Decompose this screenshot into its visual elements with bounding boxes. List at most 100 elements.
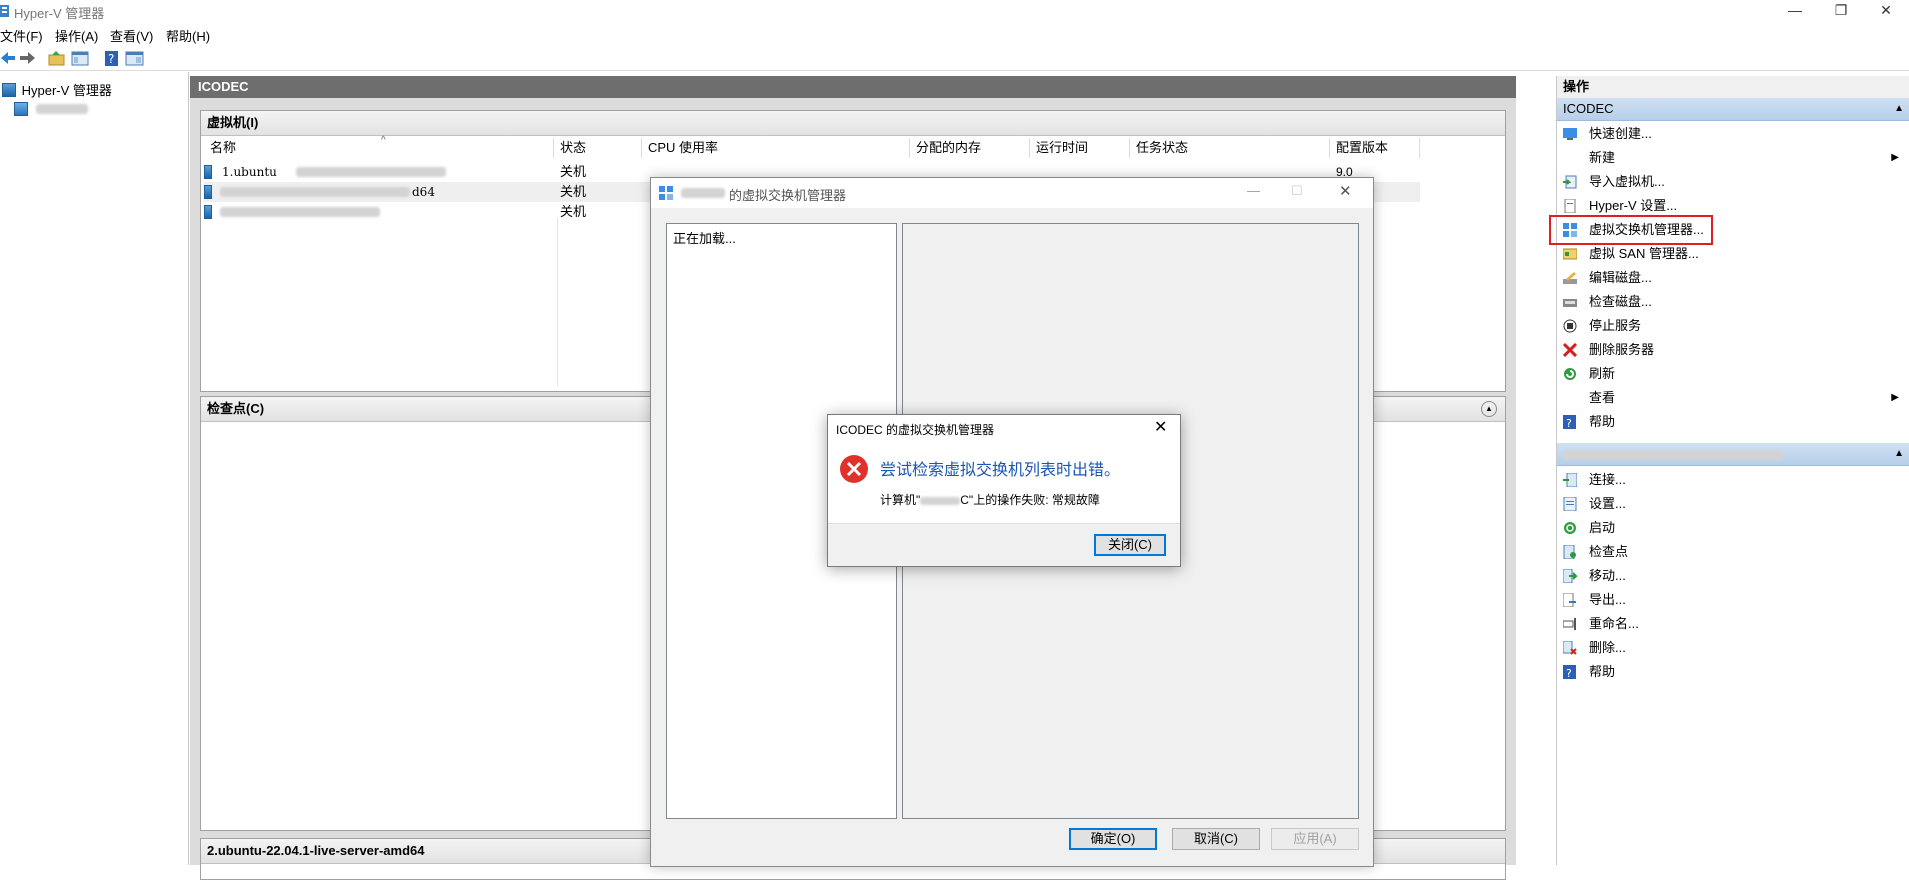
svg-text:?: ? — [1566, 417, 1572, 429]
col-cpu[interactable]: CPU 使用率 — [642, 138, 910, 158]
action-connect[interactable]: 连接... — [1563, 470, 1903, 490]
vm-icon — [204, 185, 212, 199]
action-quick-create[interactable]: 快速创建... — [1563, 124, 1903, 144]
action-help-vm[interactable]: ? 帮助 — [1563, 662, 1903, 682]
action-edit-disk[interactable]: 编辑磁盘... — [1563, 268, 1903, 288]
action-virtual-san-manager[interactable]: 虚拟 SAN 管理器... — [1562, 244, 1903, 264]
menu-help[interactable]: 帮助(H) — [166, 26, 210, 45]
action-label: 重命名... — [1589, 616, 1639, 631]
show-hide-tree-icon[interactable] — [71, 48, 91, 68]
up-folder-icon[interactable] — [48, 48, 68, 68]
col-task-status[interactable]: 任务状态 — [1130, 138, 1330, 158]
action-start[interactable]: 启动 — [1563, 518, 1903, 538]
cancel-button[interactable]: 取消(C) — [1172, 828, 1260, 850]
hyperv-app-icon — [0, 4, 10, 18]
menu-file[interactable]: 文件(F) — [0, 26, 43, 45]
window-title: Hyper-V 管理器 — [14, 6, 105, 21]
tree-root-label: Hyper-V 管理器 — [21, 83, 112, 98]
actions-group-server[interactable]: ICODEC ▲ — [1557, 98, 1909, 121]
collapse-up-icon[interactable]: ▲ — [1481, 401, 1497, 417]
ok-button[interactable]: 确定(O) — [1069, 828, 1157, 850]
svg-text:?: ? — [1566, 667, 1572, 679]
submenu-arrow-icon: ▶ — [1891, 152, 1899, 163]
action-stop-service[interactable]: 停止服务 — [1563, 316, 1903, 336]
forward-arrow-icon[interactable] — [18, 48, 38, 68]
menu-view[interactable]: 查看(V) — [110, 26, 153, 45]
settings-icon — [1563, 496, 1577, 512]
action-import-vm[interactable]: 导入虚拟机... — [1563, 172, 1903, 192]
action-label: 删除... — [1589, 640, 1626, 655]
tree-server-node[interactable] — [14, 100, 88, 116]
col-uptime[interactable]: 运行时间 — [1030, 138, 1130, 158]
delete-x-icon — [1562, 342, 1578, 358]
back-arrow-icon[interactable] — [0, 48, 20, 68]
dialog-minimize-button[interactable]: — — [1247, 183, 1260, 198]
delete-vm-icon — [1562, 640, 1577, 655]
action-inspect-disk[interactable]: 检查磁盘... — [1563, 292, 1903, 312]
action-refresh[interactable]: 刷新 — [1563, 364, 1903, 384]
action-move[interactable]: 移动... — [1562, 566, 1903, 586]
connect-icon — [1563, 472, 1578, 488]
action-checkpoint[interactable]: 检查点 — [1563, 542, 1903, 562]
actions-title: 操作 — [1557, 76, 1909, 98]
action-settings[interactable]: 设置... — [1563, 494, 1903, 514]
collapse-icon[interactable]: ▲ — [1894, 98, 1904, 120]
action-view[interactable]: 查看 ▶ — [1563, 388, 1903, 408]
help-icon: ? — [1563, 415, 1577, 430]
error-heading: 尝试检索虚拟交换机列表时出错。 — [880, 462, 1121, 479]
action-help[interactable]: ? 帮助 — [1563, 412, 1903, 432]
vm-name-redacted — [220, 187, 410, 197]
dialog-maximize-button[interactable]: ☐ — [1291, 183, 1303, 199]
error-icon — [839, 454, 869, 484]
restore-button[interactable]: ❐ — [1818, 0, 1864, 22]
menu-action[interactable]: 操作(A) — [55, 26, 98, 45]
error-detail-suffix: C"上的操作失败: 常规故障 — [960, 493, 1100, 507]
error-dialog-close-icon[interactable]: ✕ — [1154, 417, 1167, 437]
close-button[interactable]: ✕ — [1863, 0, 1909, 22]
action-label: 查看 — [1589, 390, 1616, 405]
action-delete[interactable]: 删除... — [1562, 638, 1903, 658]
server-name-redacted — [35, 103, 88, 114]
col-status[interactable]: 状态 — [554, 138, 642, 158]
move-icon — [1562, 568, 1579, 584]
actions-pane: 操作 ICODEC ▲ 快速创建... 新建 ▶ 导入虚拟机... Hyper-… — [1556, 76, 1909, 865]
action-label: 编辑磁盘... — [1589, 270, 1652, 285]
virtual-san-icon — [1562, 247, 1578, 261]
rename-icon — [1562, 617, 1577, 631]
apply-button[interactable]: 应用(A) — [1271, 828, 1359, 850]
action-label: 移动... — [1589, 568, 1626, 583]
action-label: 帮助 — [1589, 414, 1616, 429]
help-icon[interactable]: ? — [104, 48, 124, 68]
stop-icon — [1563, 319, 1577, 333]
minimize-button[interactable]: — — [1772, 0, 1818, 22]
error-detail: 计算机" C"上的操作失败: 常规故障 — [880, 491, 1100, 508]
show-action-pane-icon[interactable] — [125, 48, 145, 68]
hyperv-manager-icon — [2, 82, 16, 97]
action-remove-server[interactable]: 删除服务器 — [1562, 340, 1903, 360]
actions-group-vm[interactable]: ▲ — [1557, 443, 1909, 466]
action-new[interactable]: 新建 ▶ — [1563, 148, 1903, 168]
action-label: 刷新 — [1589, 366, 1616, 381]
action-label: 检查磁盘... — [1589, 294, 1652, 309]
virtual-switch-icon — [659, 186, 673, 200]
inspect-disk-icon — [1563, 295, 1577, 309]
vm-section-header: 虚拟机(I) — [201, 111, 1505, 136]
vm-status: 关机 — [560, 184, 587, 199]
toolbar: ? — [0, 46, 1909, 71]
menu-bar: 文件(F) 操作(A) 查看(V) 帮助(H) — [0, 22, 1909, 44]
action-export[interactable]: 导出... — [1562, 590, 1903, 610]
quick-create-icon — [1563, 127, 1577, 141]
error-close-button[interactable]: 关闭(C) — [1094, 534, 1166, 556]
tree-root-hyperv[interactable]: Hyper-V 管理器 — [2, 80, 112, 98]
col-memory[interactable]: 分配的内存 — [910, 138, 1030, 158]
vm-status: 关机 — [560, 164, 587, 179]
col-name[interactable]: 名称 — [204, 138, 554, 158]
action-label: 检查点 — [1589, 544, 1629, 559]
svg-text:?: ? — [108, 52, 114, 66]
action-rename[interactable]: 重命名... — [1562, 614, 1903, 634]
dialog-close-button[interactable]: ✕ — [1339, 182, 1352, 200]
col-config-version[interactable]: 配置版本 — [1330, 138, 1420, 158]
collapse-icon[interactable]: ▲ — [1894, 443, 1904, 465]
error-dialog-title: ICODEC 的虚拟交换机管理器 — [836, 423, 995, 437]
action-hyperv-settings[interactable]: Hyper-V 设置... — [1563, 196, 1903, 216]
